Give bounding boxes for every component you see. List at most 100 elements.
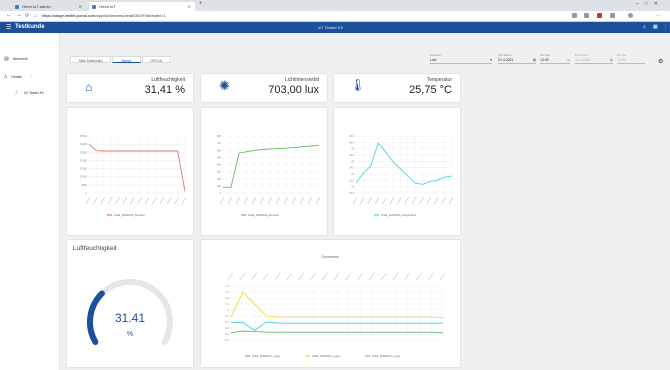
tab-main-dashboard[interactable]: Main Dashboard: [70, 56, 112, 63]
x-tick-label: [283, 196, 289, 205]
x-tick-label: [263, 272, 269, 281]
window-controls[interactable]: –□✕: [636, 1, 664, 7]
y-tick-label: -0.1: [225, 315, 230, 318]
gauge-fill: [87, 290, 105, 345]
kpi-label: Lichtintensivität: [284, 77, 319, 83]
x-tick-label: [235, 196, 241, 205]
favicon-icon: [92, 4, 96, 9]
y-tick-label: 300: [217, 171, 222, 174]
zeitraum-select[interactable]: Zeitraum Live ▾: [430, 53, 492, 64]
forward-icon[interactable]: →: [16, 12, 22, 18]
x-tick-label: [115, 196, 120, 205]
x-tick-label: [426, 196, 432, 205]
hamburger-icon[interactable]: ☰: [6, 24, 11, 31]
x-tick-label: [166, 196, 172, 205]
tab-opcua[interactable]: OPCUA: [141, 56, 171, 63]
chart-card-light: 800 700 600 500 400 300 200 100 0 initial_30AW100…: [201, 108, 327, 235]
grid-icon: ▤: [4, 56, 9, 62]
dropdown-arrow-icon: ▾: [490, 58, 492, 62]
bis-datum-label: Bis Datum: [575, 53, 588, 57]
menu-icon[interactable]: ⋯: [656, 13, 661, 19]
sidebar-subitem-iot-starter-kit[interactable]: ⤴ IoT Starter Kit: [14, 90, 44, 96]
x-tick-label: [122, 196, 128, 205]
x-tick-label: [448, 196, 454, 205]
calendar-icon[interactable]: ▦: [533, 58, 536, 62]
close-tab-1-icon[interactable]: ✕: [79, 4, 82, 9]
x-tick-label: [291, 196, 297, 205]
gauge-unit: %: [127, 331, 133, 338]
favicon-icon: [15, 4, 19, 9]
von-zeit-value: 10:00: [540, 58, 549, 62]
bis-datum-field[interactable]: Bis Datum 21.4.2021 ▦: [575, 53, 613, 64]
x-tick-label: [227, 272, 234, 281]
legend-label: initial_30AW100_temperature: [381, 213, 417, 217]
browser-tab-2[interactable]: Omni-IoT ✕: [89, 2, 195, 11]
sidebar-item-label: Geräte: [11, 75, 22, 79]
x-tick-label: [382, 196, 387, 205]
y-tick-label: -0.3: [225, 327, 230, 330]
apps-grid-icon[interactable]: ▦: [653, 24, 658, 30]
url-host: https://stage.inhibit-portal.com: [42, 13, 96, 18]
von-zeit-field[interactable]: Von Zeit 10:00 ◷: [540, 53, 570, 64]
browser-tab-1[interactable]: Omni-IoT-admin ✕: [12, 2, 86, 11]
tab-sensor[interactable]: Sensor: [112, 56, 141, 63]
sidebar-item-uebersicht[interactable]: ▤ Übersicht: [4, 56, 28, 62]
kpi-value: 25,75 °C: [409, 84, 452, 96]
extension-icon[interactable]: [597, 13, 602, 18]
x-tick-label: [93, 196, 98, 205]
profile-icon[interactable]: [628, 13, 633, 18]
sidebar-item-geraete[interactable]: ⅄ Geräte ⌃: [4, 74, 33, 80]
bis-zeit-label: Bis Zeit: [617, 53, 627, 57]
settings-gear-icon[interactable]: ⚙: [658, 58, 663, 65]
von-datum-field[interactable]: Von Datum 21.4.2021 ▦: [498, 53, 536, 64]
series-line-0: [355, 142, 453, 185]
close-tab-2-icon[interactable]: ✕: [188, 4, 191, 9]
x-tick-label: [404, 272, 410, 281]
y-tick-label: 23.5: [349, 179, 354, 182]
clock-icon[interactable]: ◷: [567, 58, 570, 62]
y-tick-label: 25.5: [349, 154, 354, 157]
url-field[interactable]: https://stage.inhibit-portal.com/app/iot…: [42, 13, 166, 18]
bis-zeit-field[interactable]: Bis Zeit 12:00: [617, 53, 645, 64]
x-tick-label: [239, 272, 246, 281]
x-tick-label: [352, 196, 358, 205]
more-vert-icon[interactable]: ⋮: [663, 24, 668, 30]
gauge-title: Luftfeuchtigkeit: [73, 245, 117, 252]
extension-icon[interactable]: [610, 13, 615, 18]
x-tick-label: [181, 196, 187, 205]
reload-icon[interactable]: ⟳: [25, 13, 29, 19]
x-tick-label: [100, 196, 106, 205]
browser-tab-bar: Omni-IoT-admin ✕ Omni-IoT ✕ + –□✕: [0, 0, 670, 11]
von-datum-value: 21.4.2021: [498, 58, 514, 62]
x-tick-label: [275, 196, 281, 205]
new-tab-icon[interactable]: +: [199, 1, 203, 7]
search-icon[interactable]: ⌕: [643, 24, 646, 30]
luxmeter-line-chart: 800 700 600 500 400 300 200 100 0 initial_30AW100…: [217, 135, 321, 217]
y-tick-label: 10000: [80, 176, 88, 179]
y-tick-label: 100: [217, 185, 222, 188]
y-tick-label: -0.4: [225, 333, 230, 336]
kpi-card-temperature: 🌡 Temperatur 25,75 °C: [334, 74, 460, 102]
legend-label: initial_30AW100_luxmeter: [248, 213, 279, 217]
von-zeit-label: Von Zeit: [540, 53, 551, 57]
bis-datum-value: 21.4.2021: [575, 58, 591, 62]
x-tick-label: [380, 272, 387, 281]
x-tick-label: [159, 196, 165, 205]
x-tick-label: [137, 196, 142, 205]
x-tick-label: [333, 272, 340, 281]
kpi-card-humidity: ⌂ Luftfeuchtigkeit 31,41 %: [67, 74, 193, 102]
kpi-value: 703,00 lux: [268, 84, 319, 96]
y-tick-label: 24.5: [349, 167, 354, 170]
chart-card-temperature: 26.9 26.5 26 25.5 25 24.5 24 23.5 23 22.9 initial_…: [334, 108, 460, 235]
extension-icon[interactable]: [572, 13, 577, 18]
y-tick-label: 0: [220, 192, 222, 195]
x-tick-label: [259, 196, 265, 205]
x-tick-label: [439, 272, 446, 281]
calendar-icon[interactable]: ▦: [610, 58, 613, 62]
zeitraum-value: Live: [430, 58, 437, 62]
kpi-card-light: ✺ Lichtintensivität 703,00 lux: [201, 74, 327, 102]
browser-tab-1-label: Omni-IoT-admin: [22, 4, 51, 9]
home-nav-icon[interactable]: ⌂: [34, 13, 37, 19]
back-icon[interactable]: ←: [6, 12, 12, 18]
extension-icon[interactable]: [584, 13, 589, 18]
